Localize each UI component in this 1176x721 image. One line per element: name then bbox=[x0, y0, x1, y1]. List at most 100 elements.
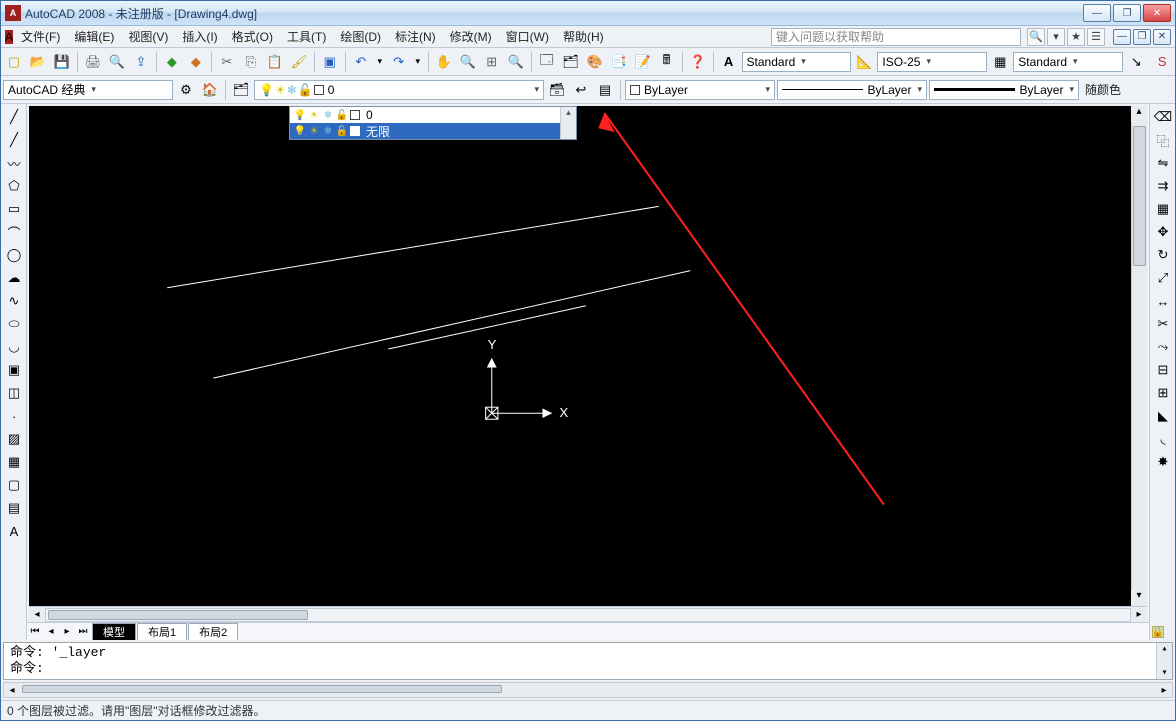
makeblock-icon[interactable]: ◫ bbox=[3, 382, 25, 404]
help-search-input[interactable]: 键入问题以获取帮助 bbox=[771, 28, 1021, 46]
zoom-window-icon[interactable]: ⊞ bbox=[481, 51, 503, 73]
tablestyle-combo[interactable]: Standard ▾ bbox=[1013, 52, 1123, 72]
scroll-down-icon[interactable]: ▾ bbox=[1161, 667, 1167, 679]
menu-draw[interactable]: 绘图(D) bbox=[334, 26, 387, 47]
rotate-icon[interactable]: ↻ bbox=[1152, 244, 1174, 266]
workspace-icon[interactable]: 🏠 bbox=[199, 79, 221, 101]
infocenter-dropdown-icon[interactable]: ▾ bbox=[1047, 28, 1065, 46]
toolpalettes-icon[interactable]: 🎨 bbox=[584, 51, 606, 73]
ellipsearc-icon[interactable]: ◡ bbox=[3, 336, 25, 358]
move-icon[interactable]: ✥ bbox=[1152, 221, 1174, 243]
multileader-icon[interactable]: ↘ bbox=[1125, 51, 1147, 73]
designcenter-icon[interactable]: 🗂 bbox=[560, 51, 582, 73]
offset-icon[interactable]: ⇉ bbox=[1152, 175, 1174, 197]
copy2-icon[interactable]: ⿻ bbox=[1152, 129, 1174, 151]
favorite-icon[interactable]: ★ bbox=[1067, 28, 1085, 46]
zoom-rt-icon[interactable]: 🔍 bbox=[457, 51, 479, 73]
pan-icon[interactable]: ✋ bbox=[433, 51, 455, 73]
save-icon[interactable]: 💾 bbox=[51, 51, 73, 73]
scroll-up-icon[interactable]: ▴ bbox=[1161, 643, 1167, 655]
tab-last-icon[interactable]: ⏭ bbox=[75, 624, 91, 640]
popup-scrollbar[interactable]: ▴ bbox=[560, 107, 576, 139]
color-combo[interactable]: ByLayer ▾ bbox=[625, 80, 775, 100]
matchprop-icon[interactable]: 🖌 bbox=[288, 51, 310, 73]
table-icon[interactable]: ▤ bbox=[3, 497, 25, 519]
point-icon[interactable]: · bbox=[3, 405, 25, 427]
stretch-icon[interactable]: ↔ bbox=[1152, 290, 1174, 312]
tab-model[interactable]: 模型 bbox=[92, 623, 136, 640]
canvas-horizontal-scrollbar[interactable]: ◂ ▸ bbox=[29, 606, 1147, 622]
comm-center-icon[interactable]: ☰ bbox=[1087, 28, 1105, 46]
doc-minimize-button[interactable]: — bbox=[1113, 29, 1131, 45]
dwf-icon[interactable]: ◆ bbox=[185, 51, 207, 73]
tab-prev-icon[interactable]: ◂ bbox=[43, 624, 59, 640]
erase-icon[interactable]: ⌫ bbox=[1152, 106, 1174, 128]
drawing-canvas[interactable]: X Y 💡 ☀ ❄ 🔓 0 💡 ☀ bbox=[29, 106, 1147, 606]
undo-icon[interactable]: ↶ bbox=[350, 51, 372, 73]
copy-icon[interactable]: ⎘ bbox=[240, 51, 262, 73]
scroll-right-icon[interactable]: ▸ bbox=[1156, 685, 1172, 696]
menu-view[interactable]: 视图(V) bbox=[122, 26, 174, 47]
properties-icon[interactable]: 🗔 bbox=[536, 51, 558, 73]
revcloud-icon[interactable]: ☁ bbox=[3, 267, 25, 289]
canvas-vertical-scrollbar[interactable]: ▴ ▾ bbox=[1131, 106, 1147, 606]
3dwf-icon[interactable]: ◆ bbox=[161, 51, 183, 73]
join-icon[interactable]: ⊞ bbox=[1152, 382, 1174, 404]
workspace-combo[interactable]: AutoCAD 经典 ▾ bbox=[3, 80, 173, 100]
open-icon[interactable]: 📂 bbox=[27, 51, 49, 73]
tab-layout2[interactable]: 布局2 bbox=[188, 623, 238, 640]
scale-icon[interactable]: ⤢ bbox=[1152, 267, 1174, 289]
menu-edit[interactable]: 编辑(E) bbox=[68, 26, 120, 47]
plot-preview-icon[interactable]: 🔍 bbox=[106, 51, 128, 73]
tablestyle-icon[interactable]: ▦ bbox=[989, 51, 1011, 73]
workspace-settings-icon[interactable]: ⚙ bbox=[175, 79, 197, 101]
layer-manager-icon[interactable]: 🗂 bbox=[230, 79, 252, 101]
hatch-icon[interactable]: ▨ bbox=[3, 428, 25, 450]
blockeditor-icon[interactable]: ▣ bbox=[319, 51, 341, 73]
command-line[interactable]: 命令: '_layer 命令: ▴ ▾ bbox=[3, 642, 1173, 680]
tab-layout1[interactable]: 布局1 bbox=[137, 623, 187, 640]
break-icon[interactable]: ⊟ bbox=[1152, 359, 1174, 381]
region-icon[interactable]: ▢ bbox=[3, 474, 25, 496]
gradient-icon[interactable]: ▦ bbox=[3, 451, 25, 473]
scroll-up-icon[interactable]: ▴ bbox=[1131, 106, 1147, 122]
hscroll-thumb[interactable] bbox=[48, 610, 308, 620]
paste-icon[interactable]: 📋 bbox=[264, 51, 286, 73]
undo-dropdown-icon[interactable]: ▾ bbox=[374, 51, 386, 73]
new-icon[interactable]: ▢ bbox=[3, 51, 25, 73]
fillet-icon[interactable]: ◟ bbox=[1152, 428, 1174, 450]
dimstyle-combo[interactable]: ISO-25 ▾ bbox=[877, 52, 987, 72]
vscroll-thumb[interactable] bbox=[1133, 126, 1146, 266]
scroll-right-icon[interactable]: ▸ bbox=[1131, 609, 1147, 620]
close-button[interactable]: ✕ bbox=[1143, 4, 1171, 22]
style-settings-icon[interactable]: S bbox=[1151, 51, 1173, 73]
textstyle-icon[interactable]: A bbox=[718, 51, 740, 73]
markup-icon[interactable]: 📝 bbox=[632, 51, 654, 73]
quickcalc-icon[interactable]: 🖩 bbox=[656, 51, 678, 73]
scroll-left-icon[interactable]: ◂ bbox=[4, 685, 20, 696]
maximize-button[interactable]: ❐ bbox=[1113, 4, 1141, 22]
arc-icon[interactable]: ⌒ bbox=[3, 221, 25, 243]
print-icon[interactable]: 🖨 bbox=[82, 51, 104, 73]
chamfer-icon[interactable]: ◣ bbox=[1152, 405, 1174, 427]
zoom-previous-icon[interactable]: 🔍 bbox=[505, 51, 527, 73]
toolbar-lock-icon[interactable]: 🔒 bbox=[1152, 626, 1164, 638]
layer-icon[interactable]: ▤ bbox=[594, 79, 616, 101]
textstyle-combo[interactable]: Standard ▾ bbox=[742, 52, 852, 72]
tab-first-icon[interactable]: ⏮ bbox=[27, 624, 43, 640]
spline-icon[interactable]: ∿ bbox=[3, 290, 25, 312]
ellipse-icon[interactable]: ⬭ bbox=[3, 313, 25, 335]
menu-tools[interactable]: 工具(T) bbox=[281, 26, 332, 47]
layer-combo[interactable]: 💡 ☀ ❄ 🔓 0 ▾ bbox=[254, 80, 544, 100]
mirror-icon[interactable]: ⇋ bbox=[1152, 152, 1174, 174]
layer-option-wuxian[interactable]: 💡 ☀ ❄ 🔓 无限 bbox=[290, 123, 560, 139]
doc-close-button[interactable]: ✕ bbox=[1153, 29, 1171, 45]
redo-dropdown-icon[interactable]: ▾ bbox=[412, 51, 424, 73]
command-vscroll[interactable]: ▴ ▾ bbox=[1156, 643, 1172, 679]
rectangle-icon[interactable]: ▭ bbox=[3, 198, 25, 220]
layer-option-0[interactable]: 💡 ☀ ❄ 🔓 0 bbox=[290, 107, 560, 123]
line-icon[interactable]: ╱ bbox=[3, 106, 25, 128]
xline-icon[interactable]: ╱ bbox=[3, 129, 25, 151]
menu-modify[interactable]: 修改(M) bbox=[444, 26, 498, 47]
minimize-button[interactable]: — bbox=[1083, 4, 1111, 22]
